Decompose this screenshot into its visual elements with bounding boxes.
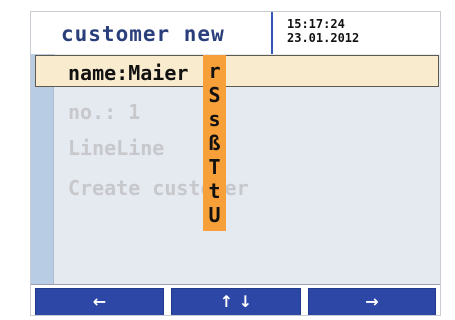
picker-char-eszett[interactable]: ß: [203, 131, 226, 155]
line-field[interactable]: LineLine: [68, 136, 164, 160]
picker-char-U-upper[interactable]: U: [203, 203, 226, 227]
picker-char-T-upper[interactable]: T: [203, 155, 226, 179]
nav-left-button[interactable]: ←: [35, 288, 164, 315]
number-field[interactable]: no.: 1: [68, 100, 140, 124]
clock-date: 23.01.2012: [287, 31, 360, 45]
title-bar: customer new 15:17:24 23.01.2012: [31, 12, 440, 54]
bottom-nav-bar: ← ↑ ↓ →: [31, 284, 440, 315]
device-screen: customer new 15:17:24 23.01.2012 name:Ma…: [30, 11, 441, 316]
content-panel: [31, 54, 440, 284]
nav-right-button[interactable]: →: [308, 288, 436, 315]
picker-char-t-lower[interactable]: t: [203, 179, 226, 203]
name-field[interactable]: name:Maier: [68, 61, 188, 85]
picker-char-r[interactable]: r: [203, 59, 226, 83]
clock-panel: 15:17:24 23.01.2012: [271, 12, 440, 54]
picker-char-S-upper[interactable]: S: [203, 83, 226, 107]
page-title: customer new: [61, 22, 225, 46]
nav-updown-button[interactable]: ↑ ↓: [171, 288, 301, 315]
clock-time: 15:17:24: [287, 17, 345, 31]
character-picker[interactable]: r S s ß T t U: [203, 55, 226, 231]
picker-char-s-lower[interactable]: s: [203, 107, 226, 131]
left-scroll-stripe: [31, 54, 54, 284]
